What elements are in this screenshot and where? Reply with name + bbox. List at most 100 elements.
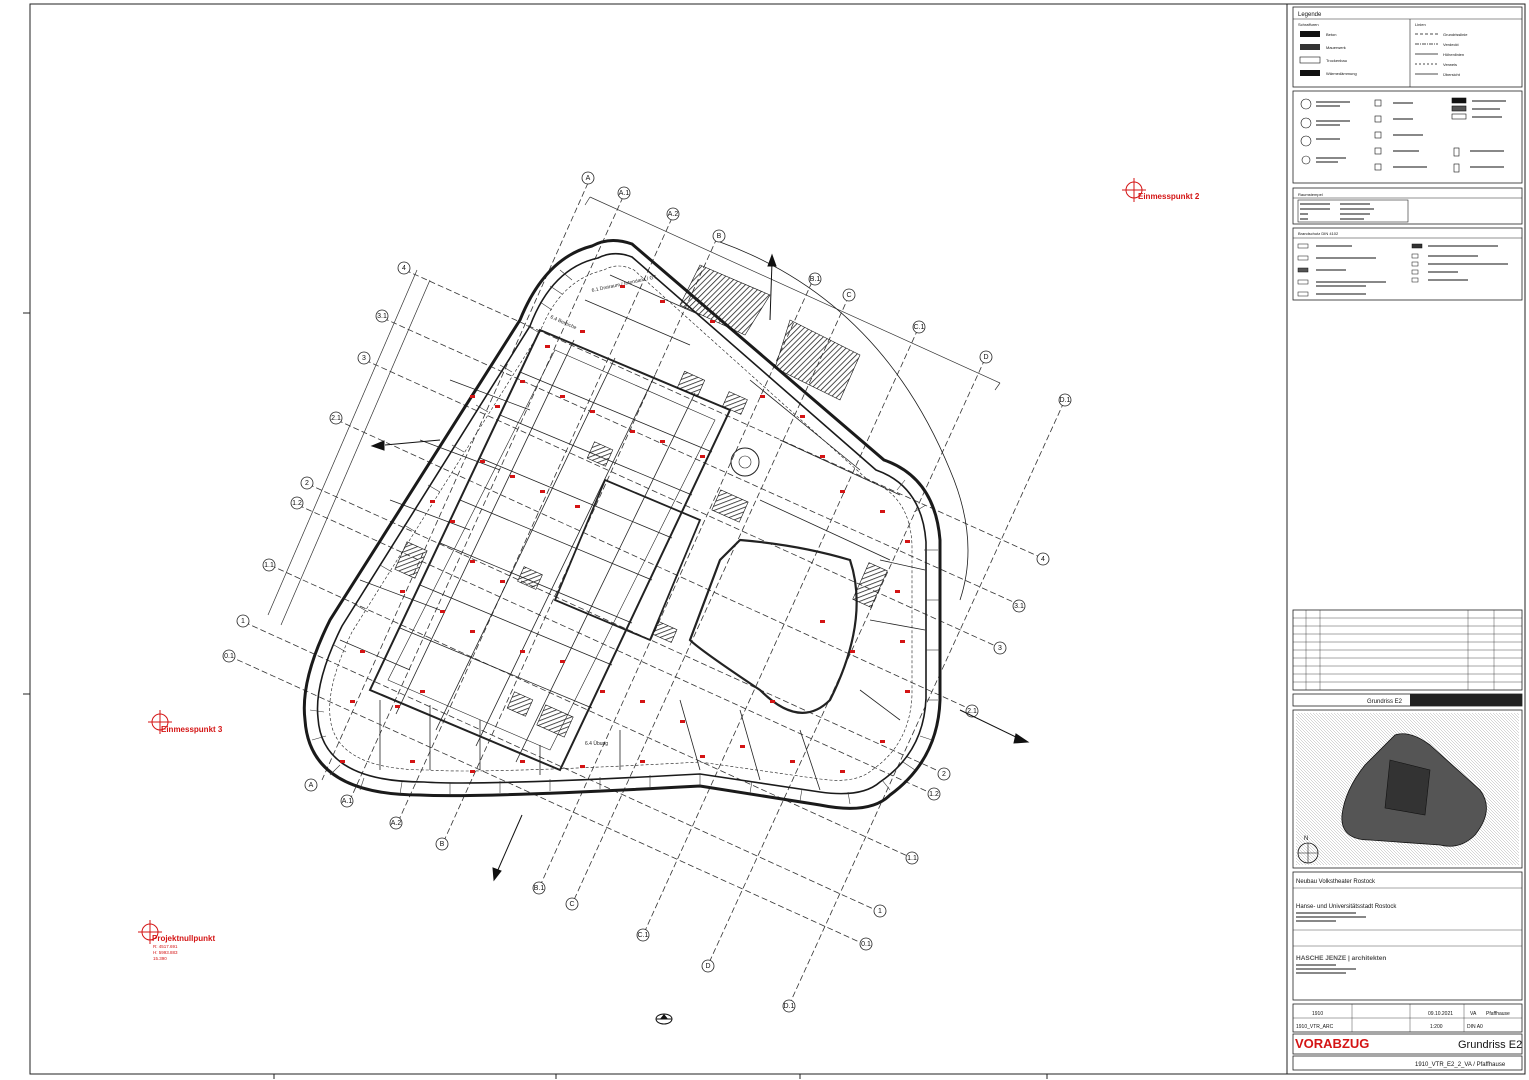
grid-bubble-31-right: 3.1 bbox=[1012, 599, 1026, 613]
architect-name: HASCHE JENZE | architekten bbox=[1296, 955, 1386, 962]
legend-hatch-mauerwerk: Mauerwerk bbox=[1326, 45, 1346, 50]
grid-bubble-21-right: 2.1 bbox=[965, 704, 979, 718]
svg-text:D.1: D.1 bbox=[784, 1003, 795, 1010]
svg-text:A.2: A.2 bbox=[391, 820, 402, 827]
grid-bubble-31-left: 3.1 bbox=[375, 309, 389, 323]
svg-text:3.1: 3.1 bbox=[377, 313, 387, 320]
svg-text:B: B bbox=[717, 233, 722, 240]
svg-text:C.1: C.1 bbox=[914, 324, 925, 331]
sheet-format: DIN A0 bbox=[1467, 1024, 1483, 1030]
grid-bubble-1-left: 1 bbox=[236, 614, 250, 628]
drawing-date: 09.10.2021 bbox=[1428, 1011, 1453, 1017]
grid-bubble-12-left: 1.2 bbox=[290, 496, 304, 510]
legend-line-4: Übersicht bbox=[1443, 72, 1461, 77]
legend-line-3: Verweis bbox=[1443, 62, 1457, 67]
svg-text:C: C bbox=[569, 901, 574, 908]
project-info-box bbox=[1292, 871, 1523, 1001]
grid-bubble-A2-top: A.2 bbox=[666, 207, 680, 221]
svg-text:1.2: 1.2 bbox=[929, 791, 939, 798]
grid-bubble-1-right: 1 bbox=[873, 904, 887, 918]
drawing-name-small: Grundriss E2 bbox=[1367, 699, 1403, 705]
legend-line-header: Linien bbox=[1415, 22, 1426, 27]
svg-text:D: D bbox=[705, 963, 710, 970]
grid-bubble-C1-top: C.1 bbox=[912, 320, 926, 334]
grid-bubble-D1-bottom: D.1 bbox=[782, 999, 796, 1013]
grid-bubble-C1-bottom: C.1 bbox=[636, 928, 650, 942]
svg-text:B.1: B.1 bbox=[810, 276, 821, 283]
drawing-phase: VA bbox=[1470, 1011, 1477, 1017]
legend-hatch-daemmung: Wärmedämmung bbox=[1326, 71, 1357, 76]
grid-bubble-3-left: 3 bbox=[357, 351, 371, 365]
grid-bubble-A1-top: A.1 bbox=[617, 186, 631, 200]
svg-text:N: N bbox=[1304, 836, 1308, 842]
grid-bubble-2-left: 2 bbox=[300, 476, 314, 490]
grid-bubble-21-left: 2.1 bbox=[329, 411, 343, 425]
grid-bubble-C-bottom: C bbox=[565, 897, 579, 911]
legend-swatch-mauerwerk bbox=[1300, 44, 1320, 50]
grid-bubble-11-right: 1.1 bbox=[905, 851, 919, 865]
grid-bubble-C-top: C bbox=[842, 288, 856, 302]
grid-bubble-3-right: 3 bbox=[993, 641, 1007, 655]
dimension-chain bbox=[267, 196, 1001, 626]
legend-line-2: Höhenlinien bbox=[1443, 52, 1464, 57]
legend-swatch-beton bbox=[1300, 31, 1320, 37]
svg-text:4: 4 bbox=[402, 265, 406, 272]
svg-text:D: D bbox=[983, 354, 988, 361]
grid-bubble-4-left: 4 bbox=[397, 261, 411, 275]
svg-text:2: 2 bbox=[305, 480, 309, 487]
section-symbol bbox=[655, 1013, 673, 1025]
room-stamp-title: Raumstempel bbox=[1298, 192, 1323, 197]
grid-bubble-2-right: 2 bbox=[937, 767, 951, 781]
project-number: 1910 bbox=[1312, 1011, 1323, 1017]
drawing-scale: 1:200 bbox=[1430, 1024, 1443, 1030]
project-zero-point: Projektnullpunkt R: 4517.691 H: 5993.883… bbox=[138, 920, 215, 961]
svg-text:0.1: 0.1 bbox=[861, 941, 871, 948]
grid-bubble-B-bottom: B bbox=[435, 837, 449, 851]
legend-hatch-trockenbau: Trockenbau bbox=[1326, 58, 1347, 63]
status-stamp: VORABZUG bbox=[1295, 1036, 1369, 1051]
grid-bubble-01-left: 0.1 bbox=[222, 649, 236, 663]
svg-text:A.2: A.2 bbox=[668, 211, 679, 218]
room-label-uebung: 6.4 Übung bbox=[585, 740, 608, 747]
project-zero-coord-3: 15.390 bbox=[153, 956, 167, 961]
grid-bubble-B-top: B bbox=[712, 229, 726, 243]
grid-bubble-A-top: A bbox=[581, 171, 595, 185]
grid-bubble-D-top: D bbox=[979, 350, 993, 364]
svg-text:A.1: A.1 bbox=[619, 190, 630, 197]
file-code: 1910_VTR_ARC bbox=[1296, 1024, 1334, 1030]
client-name: Hanse- und Universitätsstadt Rostock bbox=[1296, 904, 1397, 910]
legend-title: Legende bbox=[1298, 12, 1322, 18]
svg-text:3: 3 bbox=[362, 355, 366, 362]
legend-swatch-daemmung bbox=[1300, 70, 1320, 76]
grid-bubble-D1-top: D.1 bbox=[1058, 393, 1072, 407]
project-zero-coord-1: R: 4517.691 bbox=[153, 944, 178, 949]
grid-bubble-01-right: 0.1 bbox=[859, 937, 873, 951]
sheet-code: 1910_VTR_E2_2_VA / Pfaffhause bbox=[1415, 1062, 1506, 1068]
svg-text:1: 1 bbox=[241, 618, 245, 625]
project-zero-coord-2: H: 5993.883 bbox=[153, 950, 178, 955]
svg-text:2: 2 bbox=[942, 771, 946, 778]
grid-bubble-A1-bottom: A.1 bbox=[340, 794, 354, 808]
svg-text:1.1: 1.1 bbox=[264, 562, 274, 569]
svg-text:A.1: A.1 bbox=[342, 798, 353, 805]
project-name: Neubau Volkstheater Rostock bbox=[1296, 879, 1376, 885]
legend-hatch-header: Schraffuren bbox=[1298, 22, 1319, 27]
legend-swatch-trockenbau bbox=[1299, 56, 1321, 64]
svg-text:C: C bbox=[846, 292, 851, 299]
grid-bubbles: A A.1 A.2 B B.1 C C.1 D D.1 A A.1 A.2 B … bbox=[222, 171, 1072, 1013]
grid-bubble-A2-bottom: A.2 bbox=[389, 816, 403, 830]
svg-text:3.1: 3.1 bbox=[1014, 603, 1024, 610]
grid-bubble-4-right: 4 bbox=[1036, 552, 1050, 566]
svg-text:C.1: C.1 bbox=[638, 932, 649, 939]
room-label-intendanz: 6.1 Dreiraum / Intendanz / GT bbox=[591, 274, 657, 294]
grid-bubble-B1-bottom: B.1 bbox=[532, 881, 546, 895]
symbols-box bbox=[1292, 90, 1523, 184]
legend-line-0: Grundrisslinie bbox=[1443, 32, 1468, 37]
legend-hatch-beton: Beton bbox=[1326, 32, 1336, 37]
floor-plan-sheet: A A.1 A.2 B B.1 C C.1 D D.1 A A.1 A.2 B … bbox=[23, 3, 1526, 1079]
svg-text:D.1: D.1 bbox=[1060, 397, 1071, 404]
project-zero-label: Projektnullpunkt bbox=[152, 934, 215, 943]
survey-point-2-label: Einmesspunkt 2 bbox=[1138, 192, 1200, 201]
hatched-cores bbox=[394, 264, 888, 738]
survey-point-2: Einmesspunkt 2 bbox=[1122, 178, 1200, 202]
